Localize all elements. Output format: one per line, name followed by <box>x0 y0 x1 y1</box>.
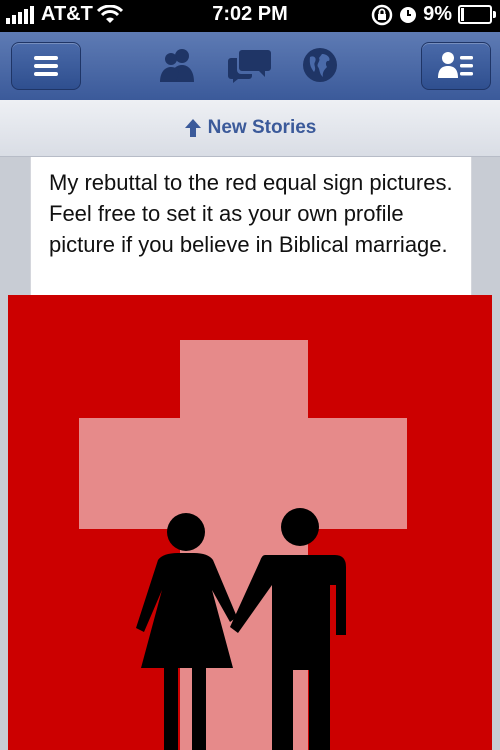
contacts-button[interactable] <box>421 42 491 90</box>
post-card: My rebuttal to the red equal sign pictur… <box>30 157 472 295</box>
post-text: My rebuttal to the red equal sign pictur… <box>49 170 453 257</box>
menu-icon <box>34 56 58 76</box>
post-image-graphic <box>8 295 492 750</box>
notifications-globe-icon[interactable] <box>300 46 340 84</box>
rotation-lock-icon <box>371 4 393 25</box>
messages-icon[interactable] <box>228 46 272 84</box>
status-bar: AT&T 7:02 PM 9% <box>0 0 500 32</box>
new-stories-button[interactable]: New Stories <box>0 100 500 157</box>
battery-icon <box>458 5 496 24</box>
battery-level <box>461 8 464 21</box>
top-nav-bar <box>0 32 500 101</box>
battery-percent: 9% <box>423 3 452 25</box>
status-right: 9% <box>371 3 496 26</box>
new-stories-label: New Stories <box>207 117 317 138</box>
post-image[interactable] <box>8 295 492 750</box>
friend-requests-icon[interactable] <box>156 46 200 84</box>
contacts-icon <box>438 52 473 78</box>
up-arrow-icon <box>184 119 201 137</box>
alarm-icon <box>400 6 417 23</box>
menu-button[interactable] <box>11 42 81 90</box>
